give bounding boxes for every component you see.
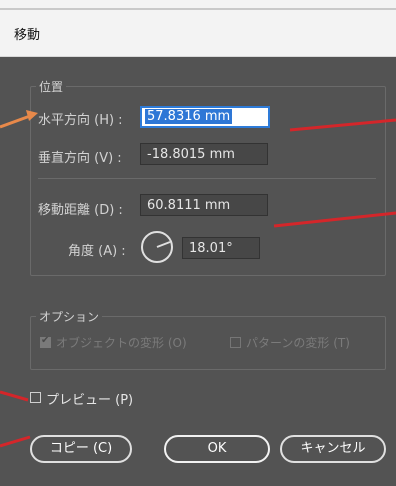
ok-button[interactable]: OK bbox=[164, 435, 270, 463]
angle-dial-icon[interactable] bbox=[140, 230, 174, 264]
horizontal-input-value: 57.8316 mm bbox=[145, 109, 233, 124]
angle-label: 角度 (A) : bbox=[68, 244, 126, 259]
transform-patterns-checkbox[interactable] bbox=[230, 337, 241, 348]
position-group-legend: 位置 bbox=[36, 78, 67, 95]
position-separator bbox=[38, 178, 376, 179]
titlebar-divider bbox=[0, 8, 396, 10]
distance-label: 移動距離 (D) : bbox=[38, 203, 123, 218]
transform-objects-checkbox[interactable] bbox=[40, 335, 51, 348]
transform-patterns-label: パターンの変形 (T) bbox=[246, 336, 350, 350]
angle-input[interactable]: 18.01° bbox=[182, 237, 260, 259]
transform-objects-label: オブジェクトの変形 (O) bbox=[56, 336, 187, 350]
preview-label: プレビュー (P) bbox=[46, 393, 134, 408]
window-titlebar: 移動 bbox=[0, 0, 396, 57]
preview-checkbox[interactable] bbox=[30, 392, 41, 403]
options-group-legend: オプション bbox=[36, 308, 103, 325]
vertical-label: 垂直方向 (V) : bbox=[38, 151, 122, 166]
window-title: 移動 bbox=[14, 28, 41, 43]
distance-input[interactable]: 60.8111 mm bbox=[140, 194, 268, 216]
vertical-input[interactable]: -18.8015 mm bbox=[140, 143, 268, 165]
horizontal-input[interactable]: 57.8316 mm bbox=[140, 106, 270, 128]
copy-button[interactable]: コピー (C) bbox=[30, 435, 132, 463]
horizontal-label: 水平方向 (H) : bbox=[38, 113, 123, 128]
cancel-button[interactable]: キャンセル bbox=[280, 435, 386, 463]
